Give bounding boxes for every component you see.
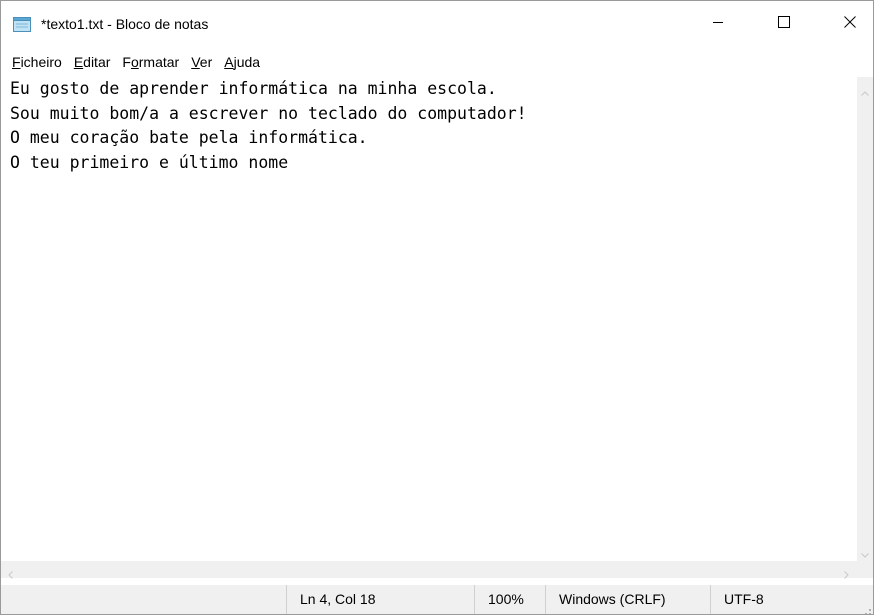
minimize-icon (712, 15, 724, 33)
horizontal-scrollbar[interactable] (1, 561, 857, 579)
text-editor[interactable]: Eu gosto de aprender informática na minh… (1, 77, 857, 561)
close-icon (844, 15, 856, 33)
notepad-window: *texto1.txt - Bloco de notas Ficheiro Ed… (0, 0, 874, 615)
editor-line: O teu primeiro e último nome (10, 152, 289, 172)
close-button[interactable] (827, 1, 873, 47)
minimize-button[interactable] (695, 1, 741, 47)
status-encoding: UTF-8 (710, 585, 864, 614)
maximize-button[interactable] (761, 1, 807, 47)
scroll-left-icon[interactable] (8, 566, 13, 584)
scroll-up-icon[interactable] (861, 83, 869, 101)
menu-editar[interactable]: Editar (68, 49, 117, 75)
scrollbar-corner (857, 561, 873, 578)
status-line-ending: Windows (CRLF) (545, 585, 711, 614)
editor-line: Sou muito bom/a a escrever no teclado do… (10, 103, 527, 123)
notepad-icon (13, 17, 31, 32)
menu-formatar[interactable]: Formatar (116, 49, 185, 75)
editor-line: Eu gosto de aprender informática na minh… (10, 79, 497, 98)
editor-line: O meu coração bate pela informática. (10, 128, 368, 147)
menu-bar: Ficheiro Editar Formatar Ver Ajuda (1, 49, 873, 75)
maximize-icon (778, 15, 790, 33)
status-cursor-position: Ln 4, Col 18 (286, 585, 474, 614)
window-title: *texto1.txt - Bloco de notas (41, 16, 209, 32)
vertical-scrollbar[interactable] (857, 77, 873, 561)
title-bar[interactable]: *texto1.txt - Bloco de notas (1, 1, 873, 47)
resize-grip-icon[interactable] (861, 602, 871, 614)
menu-ficheiro[interactable]: Ficheiro (6, 49, 68, 75)
menu-ajuda[interactable]: Ajuda (218, 49, 266, 75)
scroll-right-icon[interactable] (844, 566, 849, 584)
status-bar: Ln 4, Col 18 100% Windows (CRLF) UTF-8 (1, 585, 873, 614)
menu-ver[interactable]: Ver (185, 49, 218, 75)
status-zoom: 100% (474, 585, 547, 614)
